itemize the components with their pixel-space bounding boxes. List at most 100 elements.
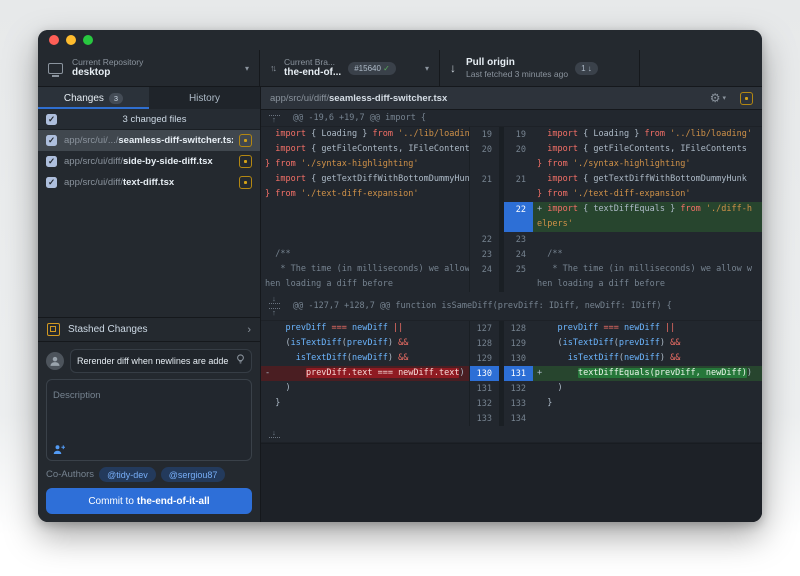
diff-row[interactable]: 133 134	[261, 411, 762, 426]
old-line-number[interactable]: 132	[469, 396, 499, 411]
gear-icon[interactable]: ⚙	[710, 92, 721, 104]
code-line: elpers'	[537, 217, 762, 232]
old-line-number[interactable]: 19	[469, 127, 499, 142]
new-line-number[interactable]: 22	[503, 202, 533, 232]
diff-row[interactable]: import { getFileContents, IFileContents}…	[261, 142, 762, 172]
chevron-down-icon: ▾	[419, 64, 429, 73]
old-line-number[interactable]: 21	[469, 172, 499, 202]
file-row[interactable]: ✓ app/src/ui/diff/text-diff.tsx	[38, 172, 260, 193]
current-branch-button[interactable]: ↑↓ Current Bra... the-end-of... #15640 ✓…	[260, 50, 440, 86]
coauthor-chip[interactable]: @tidy-dev	[99, 467, 156, 482]
diff-row[interactable]: import { Loading } from '../lib/loading'…	[261, 127, 762, 142]
pr-number-badge: #15640 ✓	[348, 62, 396, 75]
lightbulb-icon[interactable]	[236, 352, 245, 370]
minimize-window-button[interactable]	[66, 35, 76, 45]
tab-changes[interactable]: Changes 3	[38, 87, 149, 109]
zoom-window-button[interactable]	[83, 35, 93, 45]
code-line: } from './text-diff-expansion'	[537, 187, 762, 202]
new-line-number[interactable]: 134	[503, 411, 533, 426]
code-line: import { getFileContents, IFileContents	[537, 142, 762, 157]
code-cell-right: import { Loading } from '../lib/loading'	[533, 127, 762, 142]
old-line-number[interactable]: 128	[469, 336, 499, 351]
code-line: import { getFileContents, IFileContents	[265, 142, 469, 157]
chevron-right-icon: ›	[247, 324, 251, 336]
diff-row[interactable]: - prevDiff.text === newDiff.text)130131+…	[261, 366, 762, 381]
diff-row[interactable]: 22 + import { textDiffEquals } from './di…	[261, 202, 762, 232]
expand-down-icon[interactable]: ↓	[269, 296, 280, 305]
coauthor-chip[interactable]: @sergiou87	[161, 467, 226, 482]
add-coauthor-icon[interactable]	[53, 444, 65, 455]
file-row[interactable]: ✓app/src/ui/diff/side-by-side-diff.tsx	[38, 151, 260, 172]
expand-up-icon[interactable]: ↑	[269, 307, 280, 316]
new-line-number[interactable]: 129	[503, 336, 533, 351]
chevron-down-icon[interactable]: ▾	[722, 94, 726, 102]
current-repository-button[interactable]: Current Repository desktop ▾	[38, 50, 260, 86]
modified-dot	[244, 139, 247, 142]
code-line: hen loading a diff before	[265, 277, 469, 292]
diff-row[interactable]: )131132 )	[261, 381, 762, 396]
close-window-button[interactable]	[49, 35, 59, 45]
code-cell-left: * The time (in milliseconds) we allow wh…	[261, 262, 469, 292]
file-dir: app/src/ui/diff/	[64, 156, 123, 167]
file-checkbox[interactable]: ✓	[46, 135, 57, 146]
old-line-number[interactable]: 129	[469, 351, 499, 366]
file-row[interactable]: ✓app/src/ui/.../seamless-diff-switcher.t…	[38, 130, 260, 151]
old-line-number[interactable]: 130	[469, 366, 499, 381]
code-line: } from './syntax-highlighting'	[265, 157, 469, 172]
diff-row[interactable]: isTextDiff(newDiff) &&129130 isTextDiff(…	[261, 351, 762, 366]
description-placeholder: Description	[53, 390, 101, 401]
pull-origin-button[interactable]: ↓ Pull origin Last fetched 3 minutes ago…	[440, 50, 640, 86]
old-line-number[interactable]: 24	[469, 262, 499, 292]
modified-dot	[244, 181, 247, 184]
new-line-number[interactable]: 133	[503, 396, 533, 411]
new-line-number[interactable]: 20	[503, 142, 533, 172]
expand-down-icon[interactable]: ↓	[269, 430, 280, 439]
diff-row[interactable]: 22 23	[261, 232, 762, 247]
expand-icons[interactable]: ↓	[261, 430, 287, 439]
expand-up-icon[interactable]: ↑	[269, 114, 280, 123]
new-line-number[interactable]: 128	[503, 321, 533, 336]
diff-row[interactable]: }132133 }	[261, 396, 762, 411]
diff-row[interactable]: import { getTextDiffWithBottomDummyHunk}…	[261, 172, 762, 202]
new-line-number[interactable]: 19	[503, 127, 533, 142]
code-cell-right: (isTextDiff(prevDiff) &&	[533, 336, 762, 351]
diff-row[interactable]: * The time (in milliseconds) we allow wh…	[261, 262, 762, 292]
old-line-number[interactable]	[469, 202, 499, 232]
new-line-number[interactable]: 25	[503, 262, 533, 292]
file-checkbox[interactable]: ✓	[46, 156, 57, 167]
new-line-number[interactable]: 23	[503, 232, 533, 247]
code-cell-right: + import { textDiffEquals } from './diff…	[533, 202, 762, 232]
file-checkbox[interactable]: ✓	[46, 177, 57, 188]
diff-row[interactable]: prevDiff === newDiff ||127128 prevDiff =…	[261, 321, 762, 336]
new-line-number[interactable]: 132	[503, 381, 533, 396]
code-cell-left: }	[261, 396, 469, 411]
diff-row[interactable]: (isTextDiff(prevDiff) &&128129 (isTextDi…	[261, 336, 762, 351]
old-line-number[interactable]: 22	[469, 232, 499, 247]
new-line-number[interactable]: 131	[503, 366, 533, 381]
expand-icons[interactable]: ↓↑	[261, 296, 287, 316]
select-all-checkbox[interactable]: ✓	[46, 114, 57, 125]
code-line: }	[265, 396, 469, 411]
old-line-number[interactable]: 131	[469, 381, 499, 396]
expand-icons[interactable]: ↑	[261, 114, 287, 123]
old-line-number[interactable]: 133	[469, 411, 499, 426]
commit-summary-input[interactable]: Rerender diff when newlines are adde	[70, 349, 252, 373]
tab-history[interactable]: History	[149, 87, 260, 109]
new-line-number[interactable]: 24	[503, 247, 533, 262]
new-line-number[interactable]: 130	[503, 351, 533, 366]
code-cell-left	[261, 411, 469, 426]
old-line-number[interactable]: 127	[469, 321, 499, 336]
commit-button[interactable]: Commit to the-end-of-it-all	[46, 488, 252, 514]
diff-pane: app/src/ui/diff/seamless-diff-switcher.t…	[261, 87, 762, 522]
old-line-number[interactable]: 20	[469, 142, 499, 172]
new-line-number[interactable]: 21	[503, 172, 533, 202]
diff-row[interactable]: /**2324 /**	[261, 247, 762, 262]
diff-path-dir: app/src/ui/diff/	[270, 93, 329, 104]
code-line: + import { textDiffEquals } from './diff…	[537, 202, 762, 217]
file-dir: app/src/ui/.../	[64, 135, 118, 146]
commit-description-input[interactable]: Description	[46, 379, 252, 461]
old-line-number[interactable]: 23	[469, 247, 499, 262]
stashed-changes-row[interactable]: Stashed Changes ›	[38, 317, 260, 342]
changed-files-header: ✓ 3 changed files	[38, 109, 260, 130]
file-path: app/src/ui/diff/text-diff.tsx	[64, 177, 233, 188]
